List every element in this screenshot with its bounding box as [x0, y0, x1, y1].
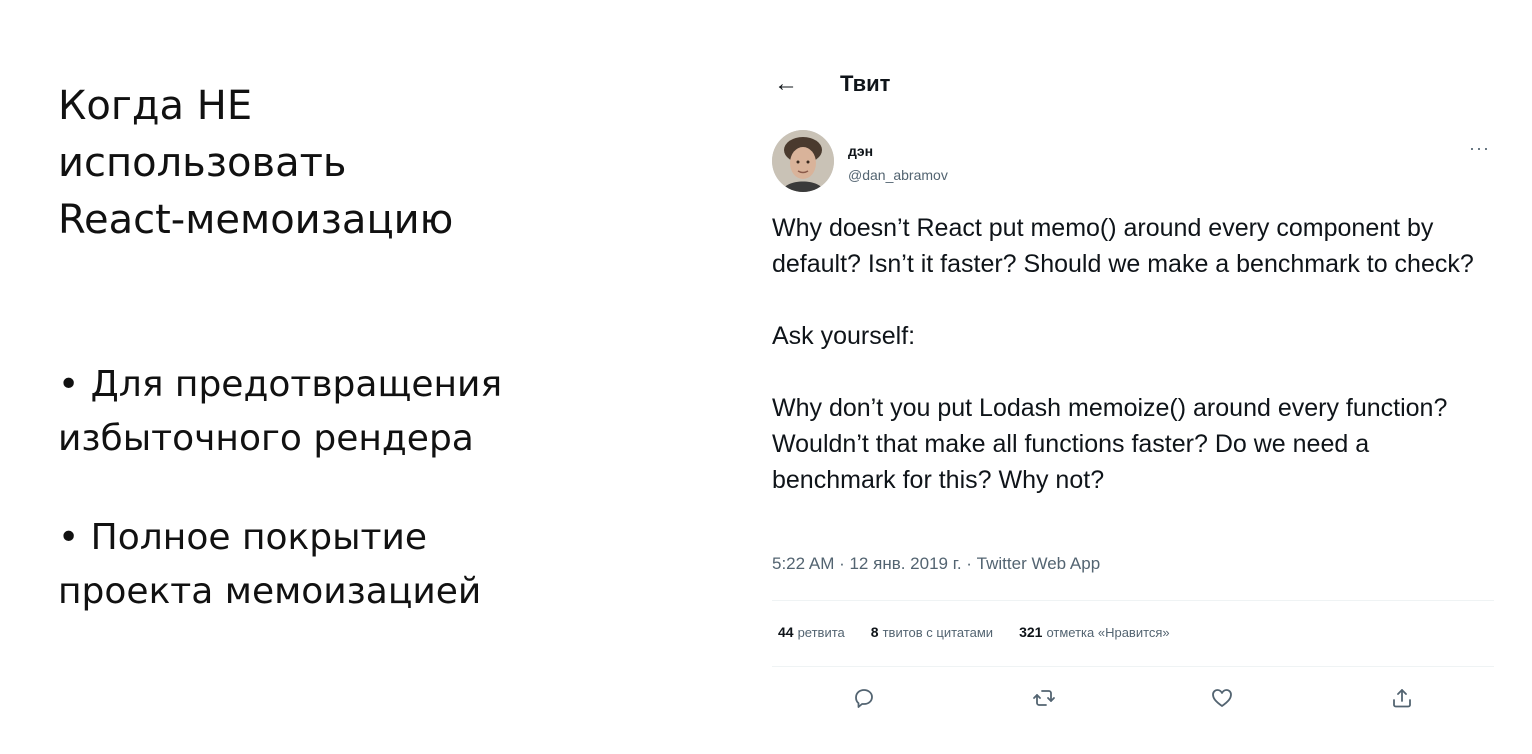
tweet-stats: 44 ретвита 8 твитов с цитатами 321 отметка … [778, 624, 1170, 640]
back-arrow-icon[interactable]: ← [770, 68, 802, 100]
stat-count: 44 [778, 624, 794, 640]
reply-icon [855, 689, 873, 708]
tweet-actions [772, 678, 1494, 720]
retweet-icon [1033, 690, 1055, 706]
like-icon [1212, 689, 1232, 707]
tweet-meta[interactable]: 5:22 AM · 12 янв. 2019 г. · Twitter Web … [772, 554, 1100, 574]
title-line: React-мемоизацию [58, 197, 454, 243]
avatar-image [772, 130, 834, 192]
bullet-line: • Полное покрытие [58, 517, 428, 558]
reply-button[interactable] [844, 678, 884, 718]
share-icon [1393, 689, 1411, 708]
tweet-text: Why doesn’t React put memo() around ever… [772, 210, 1494, 534]
slide-text-column: Когда НЕ использовать React-мемоизацию •… [58, 78, 698, 612]
tweet-paragraph: Why don’t you put Lodash memoize() aroun… [772, 394, 1448, 494]
tweet-header: ← Твит [772, 60, 1494, 108]
more-icon[interactable]: ··· [1469, 138, 1490, 159]
tweet-author-row: дэн @dan_abramov ··· [772, 130, 1494, 194]
retweet-button[interactable] [1024, 678, 1064, 718]
avatar[interactable] [772, 130, 834, 192]
title-line: использовать [58, 140, 347, 186]
stat-label: твитов с цитатами [882, 625, 994, 640]
slide: Когда НЕ использовать React-мемоизацию •… [0, 0, 1532, 754]
bullet-item: • Для предотвращения избыточного рендера [58, 358, 698, 466]
stat-quotes[interactable]: 8 твитов с цитатами [871, 624, 993, 640]
like-button[interactable] [1202, 678, 1242, 718]
title-line: Когда НЕ [58, 83, 253, 129]
stat-count: 321 [1019, 624, 1043, 640]
stat-likes[interactable]: 321 отметка «Нравится» [1019, 624, 1170, 640]
stat-label: ретвита [797, 625, 845, 640]
tweet-paragraph: Why doesn’t React put memo() around ever… [772, 214, 1474, 278]
bullet-line: проекта мемоизацией [58, 571, 482, 612]
bullet-line: избыточного рендера [58, 418, 474, 459]
bullet-list: • Для предотвращения избыточного рендера… [58, 358, 698, 664]
header-title: Твит [840, 71, 891, 96]
author-display-name[interactable]: дэн [848, 142, 948, 160]
divider [772, 666, 1494, 667]
author-info: дэн @dan_abramov [848, 142, 948, 184]
author-handle[interactable]: @dan_abramov [848, 166, 948, 184]
slide-title: Когда НЕ использовать React-мемоизацию [58, 78, 698, 249]
stat-retweets[interactable]: 44 ретвита [778, 624, 845, 640]
stat-label: отметка «Нравится» [1046, 625, 1170, 640]
bullet-item: • Полное покрытие проекта мемоизацией [58, 511, 698, 619]
share-button[interactable] [1382, 678, 1422, 718]
tweet-paragraph: Ask yourself: [772, 322, 916, 350]
divider [772, 600, 1494, 601]
stat-count: 8 [870, 624, 879, 640]
bullet-line: • Для предотвращения [58, 364, 503, 405]
tweet-card: ← Твит дэн @dan_abramov ··· Why doesn’t … [772, 60, 1494, 728]
